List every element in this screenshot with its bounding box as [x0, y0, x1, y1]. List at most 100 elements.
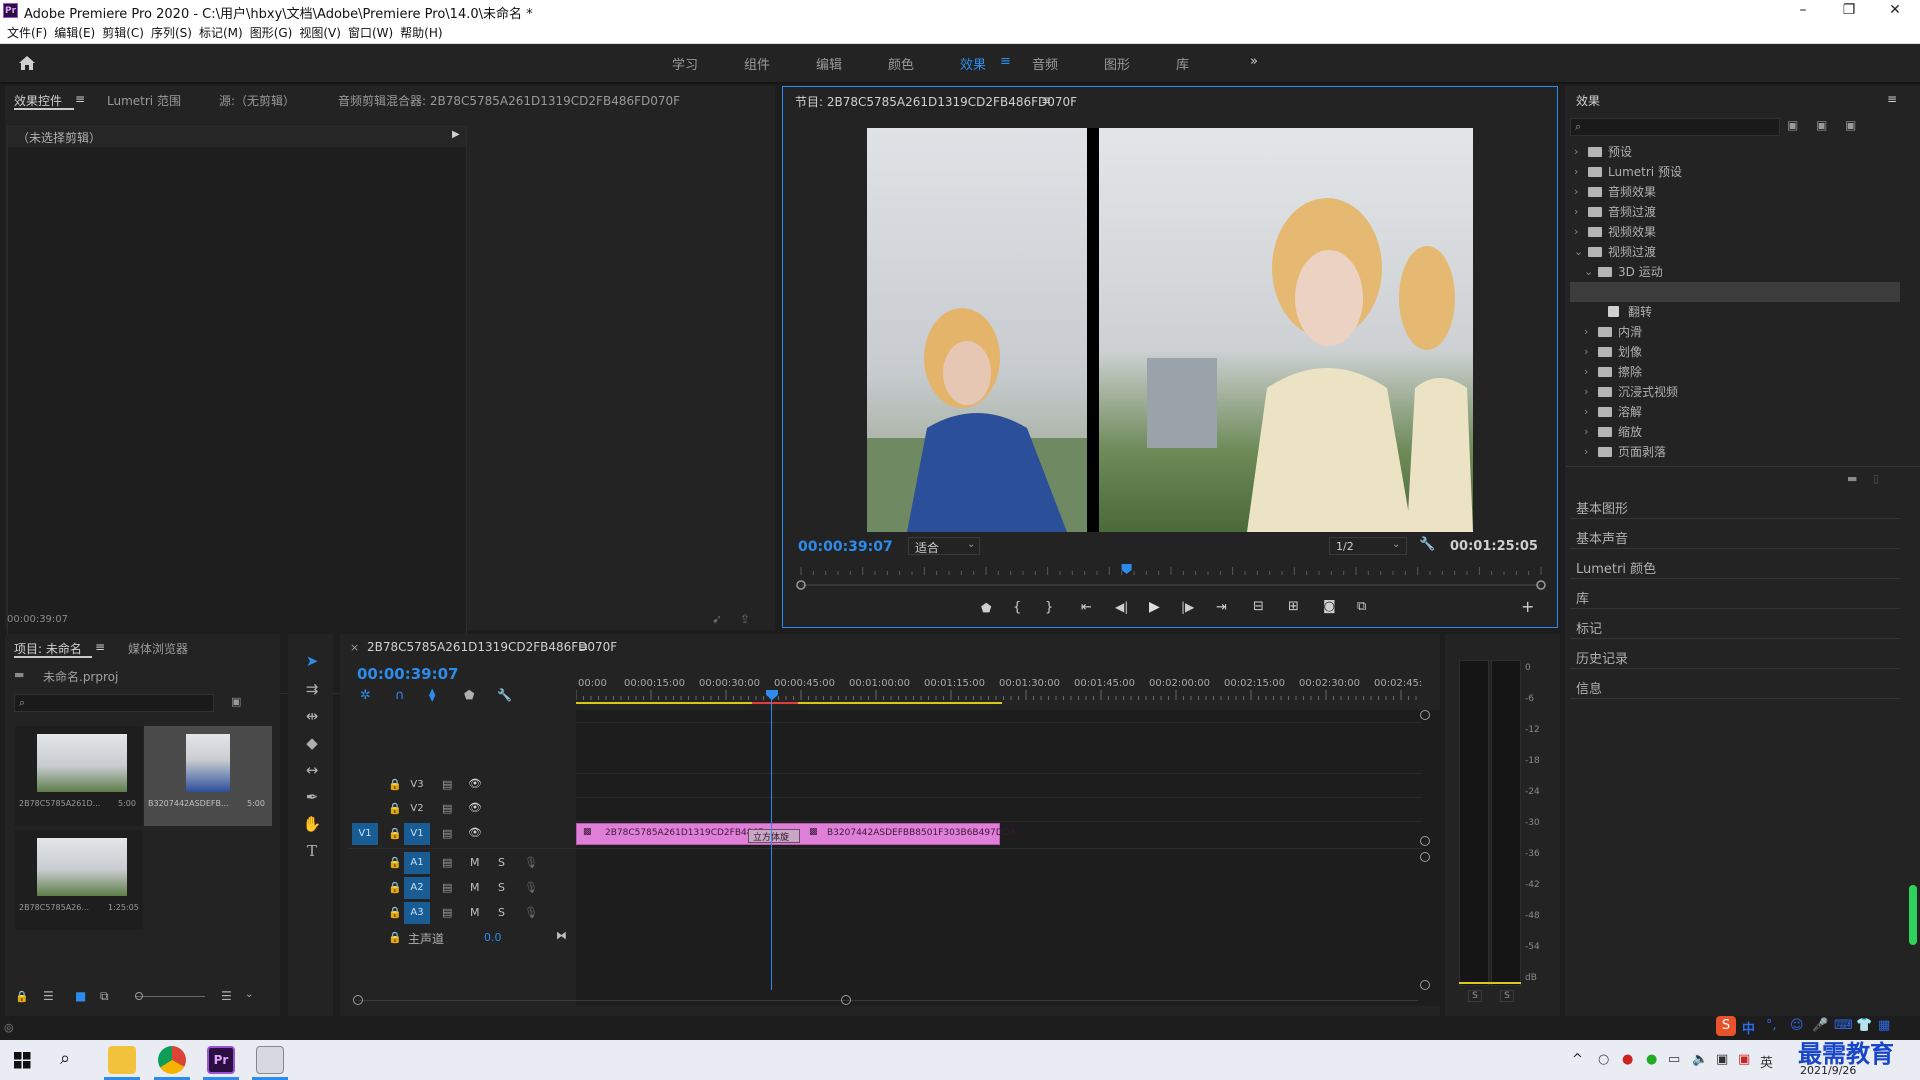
- chevron-right-icon[interactable]: ›: [1584, 382, 1594, 402]
- transition-cube-spin[interactable]: 立方体旋: [748, 829, 800, 843]
- tray-app-icon[interactable]: ○: [1598, 1052, 1609, 1067]
- new-bin-icon[interactable]: ▬: [1847, 472, 1857, 485]
- workspace-tab-libraries[interactable]: 库: [1176, 54, 1189, 73]
- workspace-tab-effects[interactable]: 效果: [960, 54, 986, 73]
- premiere-pro-taskbar-icon[interactable]: Pr: [207, 1046, 235, 1074]
- menu-file[interactable]: 文件(F): [0, 22, 47, 44]
- skin-icon[interactable]: 👕: [1856, 1018, 1872, 1033]
- effects-tree-item[interactable]: › 内滑: [1570, 322, 1900, 342]
- timeline-ruler[interactable]: [576, 690, 1422, 706]
- timeline-playhead[interactable]: [771, 690, 772, 990]
- track-label[interactable]: A2: [404, 877, 430, 899]
- track-select-tool-icon[interactable]: ⇉: [300, 678, 324, 700]
- chevron-down-icon[interactable]: ⌄: [1584, 262, 1594, 282]
- chevron-right-icon[interactable]: ›: [1584, 442, 1594, 462]
- punctuation-icon[interactable]: °,: [1766, 1018, 1777, 1033]
- section-essential-graphics[interactable]: 基本图形: [1576, 498, 1628, 517]
- input-method-icon[interactable]: 英: [1760, 1052, 1773, 1071]
- chevron-down-icon[interactable]: ⌄: [1574, 242, 1584, 262]
- accelerated-effects-icon[interactable]: ▣: [1787, 118, 1798, 132]
- workspace-tab-color[interactable]: 颜色: [888, 54, 914, 73]
- 32bit-effects-icon[interactable]: ▣: [1816, 118, 1827, 132]
- go-to-out-icon[interactable]: ⇥: [1216, 600, 1227, 615]
- track-label[interactable]: V1: [404, 823, 430, 845]
- tray-app-icon[interactable]: ●: [1622, 1052, 1633, 1067]
- effects-tree-item[interactable]: › 音频效果: [1570, 182, 1900, 202]
- lift-icon[interactable]: ⇪: [740, 612, 750, 626]
- keyboard-icon[interactable]: ⌨: [1834, 1018, 1853, 1033]
- mark-in-icon[interactable]: {: [1013, 600, 1021, 615]
- workspace-tab-learn[interactable]: 学习: [672, 54, 698, 73]
- chevron-right-icon[interactable]: ›: [1574, 202, 1584, 222]
- timeline-timecode[interactable]: 00:00:39:07: [357, 665, 459, 683]
- tray-chevron-icon[interactable]: ^: [1572, 1052, 1583, 1067]
- menu-sequence[interactable]: 序列(S): [144, 22, 192, 44]
- vertical-scroll-handle[interactable]: [1420, 710, 1430, 720]
- sync-lock-icon[interactable]: ▤: [442, 881, 452, 894]
- solo-right-button[interactable]: S: [1500, 990, 1514, 1002]
- sync-lock-icon[interactable]: ▤: [442, 802, 452, 815]
- step-forward-icon[interactable]: |▶: [1181, 600, 1194, 614]
- maximize-button[interactable]: ❐: [1826, 0, 1872, 22]
- effects-tree-item[interactable]: › 划像: [1570, 342, 1900, 362]
- track-area[interactable]: [576, 710, 1440, 1006]
- effects-tree-item[interactable]: › Lumetri 预设: [1570, 162, 1900, 182]
- chevron-down-icon[interactable]: ⌄: [245, 989, 253, 1000]
- horizontal-scroll-right-handle[interactable]: [841, 995, 851, 1005]
- chevron-right-icon[interactable]: ›: [1584, 402, 1594, 422]
- effects-tree-item[interactable]: › 页面剥落: [1570, 442, 1900, 462]
- chevron-right-icon[interactable]: ›: [1574, 182, 1584, 202]
- tray-app-icon[interactable]: ▣: [1738, 1052, 1750, 1067]
- section-info[interactable]: 信息: [1576, 678, 1602, 697]
- effects-tree-item[interactable]: ⌄ 3D 运动: [1570, 262, 1900, 282]
- solo-button[interactable]: S: [498, 856, 505, 869]
- nest-icon[interactable]: ✲: [360, 688, 371, 703]
- mute-button[interactable]: M: [470, 906, 480, 919]
- project-item[interactable]: 2B78C5785A26... 1:25:05: [15, 830, 143, 930]
- go-to-end-icon[interactable]: ⧓: [556, 929, 567, 942]
- chevron-right-icon[interactable]: ›: [1574, 142, 1584, 162]
- workspace-tab-audio[interactable]: 音频: [1032, 54, 1058, 73]
- solo-left-button[interactable]: S: [1468, 990, 1482, 1002]
- section-markers[interactable]: 标记: [1576, 618, 1602, 637]
- effects-tree-item[interactable]: › 视频效果: [1570, 222, 1900, 242]
- solo-button[interactable]: S: [498, 881, 505, 894]
- tab-audio-clip-mixer[interactable]: 音频剪辑混合器: 2B78C5785A261D1319CD2FB486FD070…: [338, 92, 680, 109]
- add-marker-icon[interactable]: ⬟: [981, 601, 991, 615]
- home-icon[interactable]: [18, 55, 36, 71]
- add-button-icon[interactable]: +: [1521, 597, 1534, 616]
- selection-tool-icon[interactable]: ➤: [300, 650, 324, 672]
- sogou-ime-icon[interactable]: S: [1716, 1016, 1736, 1036]
- sync-lock-icon[interactable]: ▤: [442, 906, 452, 919]
- tab-media-browser[interactable]: 媒体浏览器: [128, 640, 188, 657]
- menu-markers[interactable]: 标记(M): [192, 22, 243, 44]
- effects-tree-item[interactable]: ⌄ 视频过渡: [1570, 242, 1900, 262]
- tray-app-icon[interactable]: ●: [1646, 1052, 1657, 1067]
- play-icon[interactable]: ▶: [1149, 599, 1160, 615]
- lock-icon[interactable]: 🔒: [388, 931, 402, 944]
- vertical-scroll-handle[interactable]: [1420, 980, 1430, 990]
- volume-icon[interactable]: 🔈: [1692, 1052, 1708, 1067]
- tab-effect-controls[interactable]: 效果控件: [14, 92, 62, 109]
- network-icon[interactable]: ▭: [1668, 1052, 1680, 1067]
- fit-dropdown[interactable]: 适合 ⌄: [908, 537, 980, 555]
- sync-lock-icon[interactable]: ▤: [442, 778, 452, 791]
- zoom-slider[interactable]: [135, 996, 205, 997]
- yuv-effects-icon[interactable]: ▣: [1845, 118, 1856, 132]
- program-playhead[interactable]: [1121, 564, 1132, 574]
- taskbar-date[interactable]: 2021/9/26: [1800, 1064, 1856, 1077]
- list-view-icon[interactable]: ☰: [43, 989, 54, 1003]
- project-item[interactable]: B3207442ASDEFB... 5:00: [144, 726, 272, 826]
- effects-tree-item[interactable]: › 音频过渡: [1570, 202, 1900, 222]
- file-explorer-icon[interactable]: [108, 1046, 136, 1074]
- mark-out-icon[interactable]: }: [1045, 600, 1053, 615]
- sync-lock-icon[interactable]: ▤: [442, 827, 452, 840]
- horizontal-scrollbar[interactable]: [358, 1000, 1418, 1001]
- workspace-overflow-icon[interactable]: »: [1250, 54, 1258, 69]
- go-to-in-icon[interactable]: ⇤: [1081, 600, 1092, 615]
- emoji-icon[interactable]: ☺: [1790, 1018, 1804, 1033]
- mute-button[interactable]: M: [470, 881, 480, 894]
- wrench-icon[interactable]: 🔧: [1419, 537, 1435, 552]
- chrome-icon[interactable]: [158, 1046, 186, 1074]
- panel-menu-icon[interactable]: ≡: [75, 92, 85, 106]
